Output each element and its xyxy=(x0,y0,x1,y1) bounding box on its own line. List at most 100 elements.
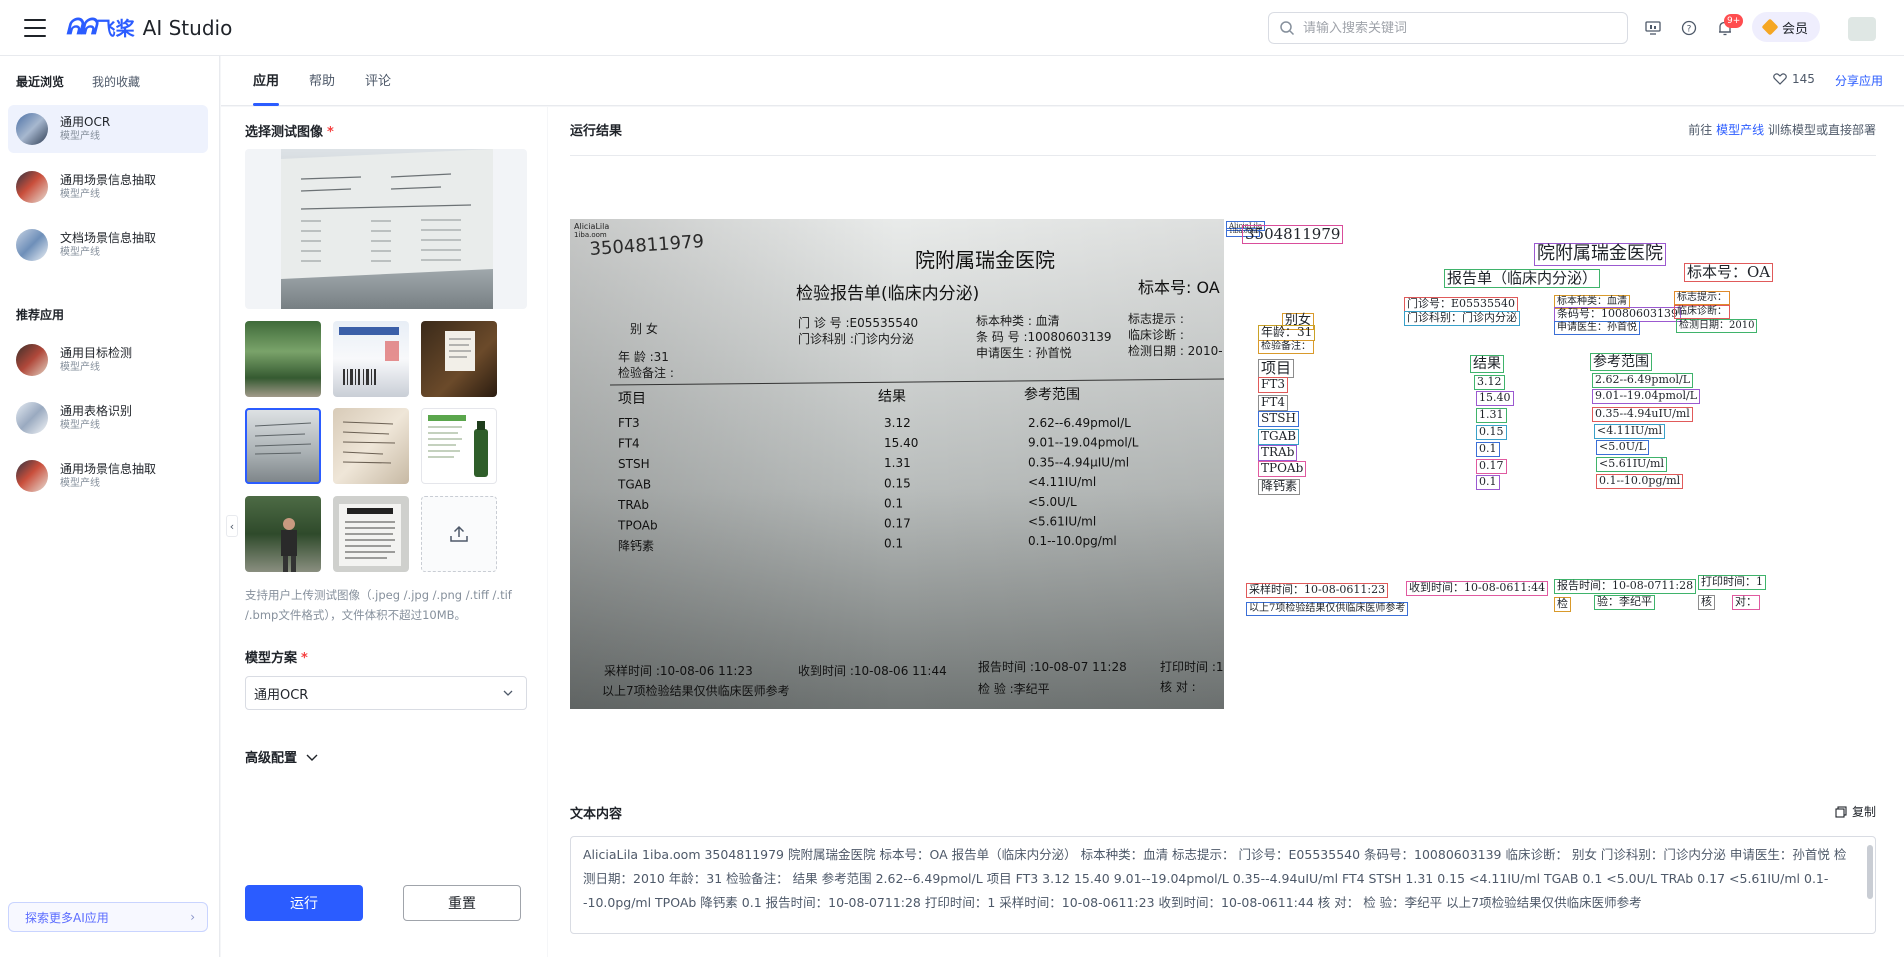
ocr-text-box: 院附属瑞金医院 xyxy=(1534,243,1666,266)
ocr-text-box: STSH xyxy=(1258,411,1299,427)
sample-image-barcode[interactable] xyxy=(333,321,409,397)
search-input[interactable] xyxy=(1303,20,1603,36)
ocr-text-box: FT3 xyxy=(1258,377,1288,393)
sidebar-item-scene-extract-2[interactable]: 通用场景信息抽取 模型产线 xyxy=(8,452,208,500)
photo-note: 检验备注 : xyxy=(618,365,674,380)
photo-table-cell: 0.15 xyxy=(884,476,911,490)
photo-info: 门 诊 号 :E05535540 xyxy=(798,315,918,330)
required-mark: * xyxy=(301,651,308,666)
app-thumbnail xyxy=(16,113,48,145)
menu-icon[interactable] xyxy=(24,18,46,37)
copy-icon xyxy=(1835,805,1847,818)
divider xyxy=(570,155,1876,156)
preview-image xyxy=(281,149,493,309)
vip-button[interactable]: 会员 xyxy=(1752,12,1820,42)
ocr-text-box: 检测日期：2010 xyxy=(1676,319,1758,333)
ocr-text-box: 15.40 xyxy=(1476,391,1514,406)
photo-info: 临床诊断 : xyxy=(1128,327,1184,342)
sidebar-item-doc-extract[interactable]: 文档场景信息抽取 模型产线 xyxy=(8,221,208,269)
notification-badge: 9+ xyxy=(1724,14,1744,28)
sidebar-item-label: 文档场景信息抽取 xyxy=(60,231,157,245)
copy-button[interactable]: 复制 xyxy=(1835,803,1876,820)
ocr-text-box: 3.12 xyxy=(1474,375,1505,390)
svg-text:?: ? xyxy=(1687,25,1692,35)
ocr-text-box: 0.35--4.94uIU/ml xyxy=(1592,407,1693,422)
config-panel: 选择测试图像 * 支持用户上传测试图像（.jpeg /.jpg /.png /.… xyxy=(221,107,547,957)
result-title: 运行结果 xyxy=(570,124,623,139)
model-select[interactable]: 通用OCR xyxy=(245,676,527,710)
result-panel: 运行结果 前往 模型产线 训练模型或直接部署 AliciaLila 1iba.o… xyxy=(548,107,1904,957)
tab-comments[interactable]: 评论 xyxy=(365,70,391,106)
sample-image-document[interactable] xyxy=(333,496,409,572)
ocr-text-box: TGAB xyxy=(1258,429,1300,445)
sample-image-label[interactable] xyxy=(421,321,497,397)
sidebar-item-detection[interactable]: 通用目标检测 模型产线 xyxy=(8,336,208,384)
sidebar-item-sub: 模型产线 xyxy=(60,420,100,431)
ocr-text-output[interactable]: AliciaLila 1iba.oom 3504811979 院附属瑞金医院 标… xyxy=(570,836,1876,934)
search-box[interactable] xyxy=(1268,12,1628,44)
logo[interactable]: ᕱᕱ 飞桨 AI Studio xyxy=(66,14,232,41)
model-pipeline-link[interactable]: 模型产线 xyxy=(1716,123,1764,137)
like-button[interactable]: 145 xyxy=(1773,72,1815,86)
advanced-config-toggle[interactable]: 高级配置 xyxy=(245,747,319,766)
main-tabs-bar: 应用 帮助 评论 145 分享应用 xyxy=(221,56,1904,106)
photo-table-cell: <5.0U/L xyxy=(1028,495,1077,509)
photo-table-cell: 0.17 xyxy=(884,517,911,531)
recommend-heading: 推荐应用 xyxy=(16,308,65,322)
logo-en-text: AI Studio xyxy=(142,15,233,40)
monitor-icon[interactable] xyxy=(1644,19,1662,37)
reset-button[interactable]: 重置 xyxy=(403,885,521,921)
sample-image-lab-report[interactable] xyxy=(245,408,321,484)
sidebar-item-sub: 模型产线 xyxy=(60,362,100,373)
explore-label: 探索更多AI应用 xyxy=(25,910,109,925)
result-tip: 前往 模型产线 训练模型或直接部署 xyxy=(1688,121,1876,138)
upload-image-button[interactable] xyxy=(421,496,497,572)
ocr-text-box: 1.31 xyxy=(1476,408,1507,423)
chevron-right-icon: › xyxy=(190,910,195,924)
photo-table-cell: 0.1 xyxy=(884,537,903,551)
photo-info: 标本种类 : 血清 xyxy=(976,314,1060,328)
ocr-text-box: <4.11IU/ml xyxy=(1594,424,1665,439)
tab-favorites[interactable]: 我的收藏 xyxy=(92,73,140,100)
tab-recent[interactable]: 最近浏览 xyxy=(16,73,64,100)
photo-footer: 采样时间 :10-08-06 11:23 xyxy=(604,663,753,678)
sample-image-receipt[interactable] xyxy=(333,408,409,484)
sample-image-person[interactable] xyxy=(245,496,321,572)
tab-help[interactable]: 帮助 xyxy=(309,70,335,106)
ocr-text-box: 降钙素 xyxy=(1258,479,1301,495)
model-label-text: 模型方案 xyxy=(245,651,298,666)
ocr-text-box: 9.01--19.04pmol/L xyxy=(1592,389,1701,404)
chevron-down-icon xyxy=(306,754,318,761)
heart-icon xyxy=(1773,73,1787,85)
upload-hint: 支持用户上传测试图像（.jpeg /.jpg /.png /.tiff /.ti… xyxy=(245,588,512,622)
vip-label: 会员 xyxy=(1781,21,1808,37)
user-avatar[interactable] xyxy=(1848,17,1876,41)
run-button[interactable]: 运行 xyxy=(245,885,363,921)
sidebar-item-label: 通用目标检测 xyxy=(60,346,133,360)
tab-app[interactable]: 应用 xyxy=(253,70,280,106)
photo-footer: 以上7项检验结果仅供临床医师参考 xyxy=(602,683,790,698)
help-icon[interactable]: ? xyxy=(1680,19,1698,37)
model-select-value: 通用OCR xyxy=(254,687,309,703)
top-header: ᕱᕱ 飞桨 AI Studio ? 9+ 会员 xyxy=(0,0,1904,56)
ocr-text-box: 对： xyxy=(1732,595,1760,610)
collapse-panel-handle[interactable]: ‹ xyxy=(226,515,238,537)
explore-more-button[interactable]: 探索更多AI应用 › xyxy=(8,902,208,932)
ocr-text-box: 打印时间：1 xyxy=(1698,575,1766,590)
sidebar-item-sub: 模型产线 xyxy=(60,247,100,258)
ocr-result-visualization: AliciaLila 1iba.oom 3504811979 院附属瑞金医院 标本号：O… xyxy=(1224,219,1876,709)
photo-table-cell: TGAB xyxy=(617,478,651,492)
sidebar-item-table[interactable]: 通用表格识别 模型产线 xyxy=(8,394,208,442)
photo-footer: 检 验 :李纪平 xyxy=(978,681,1050,696)
share-app-link[interactable]: 分享应用 xyxy=(1835,72,1883,89)
sample-image-garden[interactable] xyxy=(245,321,321,397)
sidebar-item-scene-extract[interactable]: 通用场景信息抽取 模型产线 xyxy=(8,163,208,211)
sidebar-item-label: 通用表格识别 xyxy=(60,404,133,418)
text-scrollbar[interactable] xyxy=(1867,845,1873,899)
photo-table-cell: 1.31 xyxy=(884,456,911,470)
ocr-text-box: 结果 xyxy=(1470,355,1504,374)
sidebar-item-ocr[interactable]: 通用OCR 模型产线 xyxy=(8,105,208,153)
tip-suffix: 训练模型或直接部署 xyxy=(1767,123,1876,137)
sample-image-product[interactable] xyxy=(421,408,497,484)
photo-footer: 报告时间 :10-08-07 11:28 xyxy=(978,659,1127,674)
